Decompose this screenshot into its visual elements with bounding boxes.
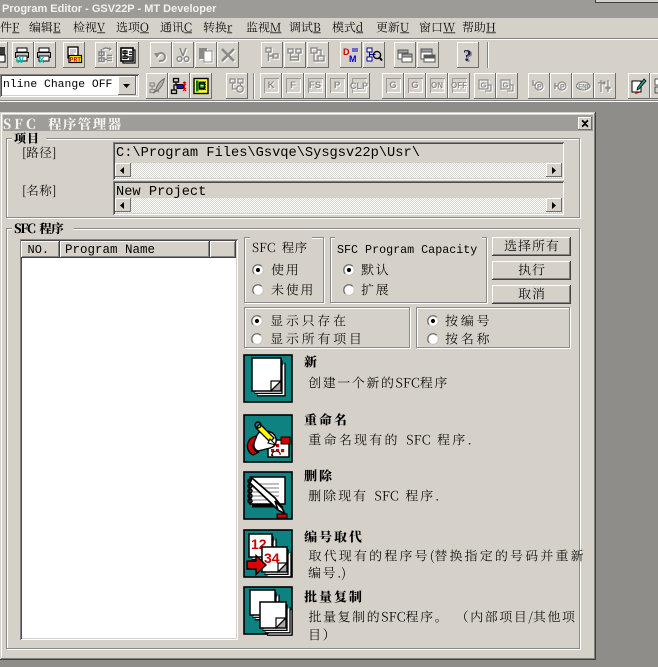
svg-text:G: G <box>503 81 509 90</box>
svg-text:PRT: PRT <box>70 57 81 64</box>
svg-text:X: X <box>39 56 45 65</box>
svg-text:P: P <box>537 84 542 91</box>
svg-text:W: W <box>16 56 24 65</box>
svg-text:?: ? <box>463 46 472 65</box>
svg-text:P: P <box>560 84 565 91</box>
svg-text:M: M <box>349 54 357 64</box>
svg-text:34: 34 <box>264 550 280 566</box>
svg-text:END: END <box>578 85 591 91</box>
svg-text:G: G <box>481 81 487 90</box>
